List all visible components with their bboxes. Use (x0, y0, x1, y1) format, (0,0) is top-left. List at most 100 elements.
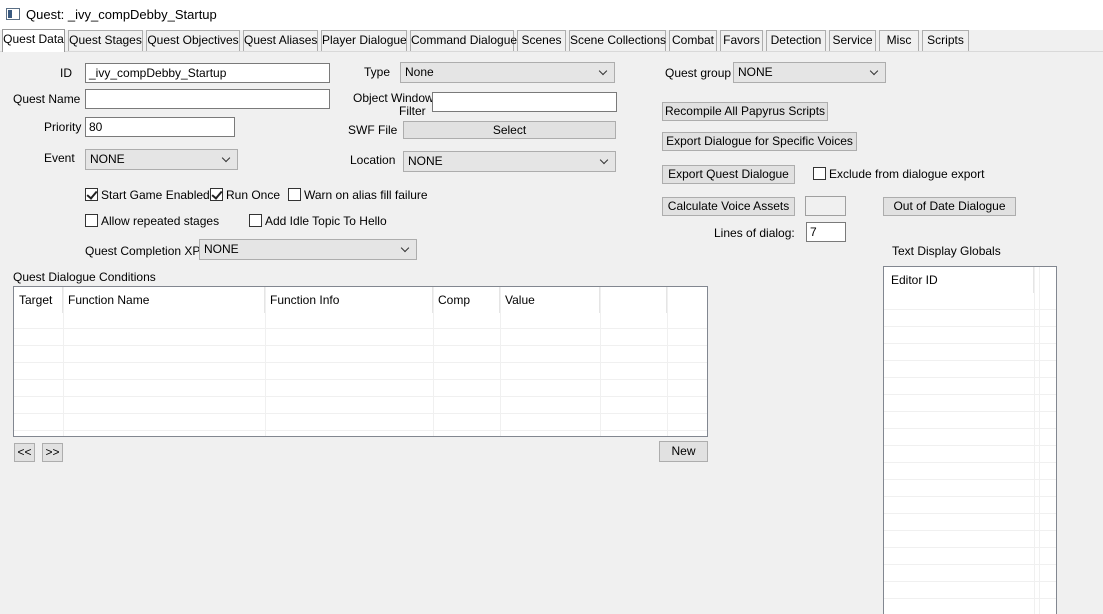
location-value: NONE (408, 154, 443, 168)
grid-line (667, 287, 668, 436)
add-idle-checkbox[interactable] (249, 214, 262, 227)
priority-field[interactable]: 80 (85, 117, 235, 137)
swf-select-button[interactable]: Select (403, 121, 616, 139)
exclude-export-checkbox[interactable] (813, 167, 826, 180)
conditions-table[interactable]: Target Function Name Function Info Comp … (13, 286, 708, 437)
grid-line (884, 564, 1056, 565)
recompile-scripts-button[interactable]: Recompile All Papyrus Scripts (662, 102, 828, 121)
quest-name-label: Quest Name (13, 92, 81, 106)
grid-line (265, 287, 266, 436)
column-header-function-info[interactable]: Function Info (265, 287, 433, 313)
column-header-comp[interactable]: Comp (433, 287, 500, 313)
grid-line (884, 394, 1056, 395)
type-dropdown[interactable]: None (400, 62, 615, 83)
chevron-down-icon (598, 66, 608, 76)
next-button[interactable]: >> (42, 443, 63, 462)
chevron-down-icon (599, 155, 609, 165)
tab-bar: Quest Data Quest Stages Quest Objectives… (0, 29, 1103, 52)
object-window-filter-label: Filter (399, 104, 426, 118)
tab-quest-aliases[interactable]: Quest Aliases (243, 30, 318, 51)
quest-group-dropdown[interactable]: NONE (733, 62, 886, 83)
object-window-filter-field[interactable] (432, 92, 617, 112)
window-title: Quest: _ivy_compDebby_Startup (26, 7, 217, 22)
new-condition-button[interactable]: New (659, 441, 708, 462)
grid-line (884, 581, 1056, 582)
tab-scripts[interactable]: Scripts (922, 30, 969, 51)
chevron-down-icon (869, 66, 879, 76)
event-label: Event (44, 151, 75, 165)
chevron-down-icon (221, 153, 231, 163)
tab-quest-objectives[interactable]: Quest Objectives (146, 30, 240, 51)
warn-alias-checkbox[interactable] (288, 188, 301, 201)
grid-line (884, 343, 1056, 344)
grid-line (600, 287, 601, 436)
grid-line (1034, 267, 1035, 614)
grid-line (884, 547, 1056, 548)
type-value: None (405, 65, 434, 79)
column-header-editor-id[interactable]: Editor ID (884, 267, 1034, 293)
export-voices-button[interactable]: Export Dialogue for Specific Voices (662, 132, 857, 151)
id-field[interactable]: _ivy_compDebby_Startup (85, 63, 330, 83)
priority-label: Priority (44, 120, 82, 134)
export-quest-dialogue-button[interactable]: Export Quest Dialogue (662, 165, 795, 184)
grid-line (884, 360, 1056, 361)
grid-line (14, 379, 707, 380)
allow-repeated-checkbox[interactable] (85, 214, 98, 227)
allow-repeated-label: Allow repeated stages (101, 214, 220, 228)
tab-player-dialogue[interactable]: Player Dialogue (321, 30, 407, 51)
tab-combat[interactable]: Combat (669, 30, 717, 51)
tab-service[interactable]: Service (829, 30, 876, 51)
tab-detection[interactable]: Detection (766, 30, 826, 51)
grid-line (433, 287, 434, 436)
tab-quest-data[interactable]: Quest Data (2, 29, 65, 52)
location-label: Location (350, 153, 396, 167)
tab-scenes[interactable]: Scenes (517, 30, 566, 51)
completion-xp-value: NONE (204, 242, 239, 256)
event-dropdown[interactable]: NONE (85, 149, 238, 170)
tab-command-dialogue[interactable]: Command Dialogue (410, 30, 517, 51)
text-display-globals-table[interactable]: Editor ID (883, 266, 1057, 614)
prev-button[interactable]: << (14, 443, 35, 462)
tab-favors[interactable]: Favors (720, 30, 763, 51)
window-icon (6, 8, 20, 20)
location-dropdown[interactable]: NONE (403, 151, 616, 172)
grid-line (884, 513, 1056, 514)
voice-assets-field (805, 196, 846, 216)
quest-group-value: NONE (738, 65, 773, 79)
quest-group-label: Quest group (665, 66, 732, 80)
grid-line (14, 430, 707, 431)
tab-scene-collections[interactable]: Scene Collections (569, 30, 666, 51)
column-header-function-name[interactable]: Function Name (63, 287, 265, 313)
text-display-globals-label: Text Display Globals (892, 244, 1001, 258)
out-of-date-dialogue-button[interactable]: Out of Date Dialogue (883, 197, 1016, 216)
run-once-checkbox[interactable] (210, 188, 223, 201)
tab-divider (0, 51, 1103, 52)
column-header-target[interactable]: Target (14, 287, 63, 313)
exclude-export-label: Exclude from dialogue export (829, 167, 985, 181)
add-idle-label: Add Idle Topic To Hello (265, 214, 387, 228)
grid-line (884, 445, 1056, 446)
title-bar: Quest: _ivy_compDebby_Startup (0, 0, 1103, 30)
grid-line (63, 287, 64, 436)
lines-of-dialog-field[interactable]: 7 (806, 222, 846, 242)
grid-line (884, 326, 1056, 327)
grid-line (14, 396, 707, 397)
start-game-enabled-checkbox[interactable] (85, 188, 98, 201)
event-value: NONE (90, 152, 125, 166)
lines-of-dialog-label: Lines of dialog: (714, 226, 795, 240)
completion-xp-dropdown[interactable]: NONE (199, 239, 417, 260)
column-header-empty (600, 287, 667, 313)
calculate-voice-assets-button[interactable]: Calculate Voice Assets (662, 197, 795, 216)
grid-line (14, 328, 707, 329)
quest-name-field[interactable] (85, 89, 330, 109)
grid-line (500, 287, 501, 436)
grid-line (14, 413, 707, 414)
tab-quest-stages[interactable]: Quest Stages (68, 30, 143, 51)
tab-misc[interactable]: Misc (879, 30, 919, 51)
object-window-label: Object Window (353, 91, 434, 105)
grid-line (884, 411, 1056, 412)
id-label: ID (60, 66, 72, 80)
type-label: Type (364, 65, 391, 79)
grid-line (884, 309, 1056, 310)
column-header-value[interactable]: Value (500, 287, 600, 313)
